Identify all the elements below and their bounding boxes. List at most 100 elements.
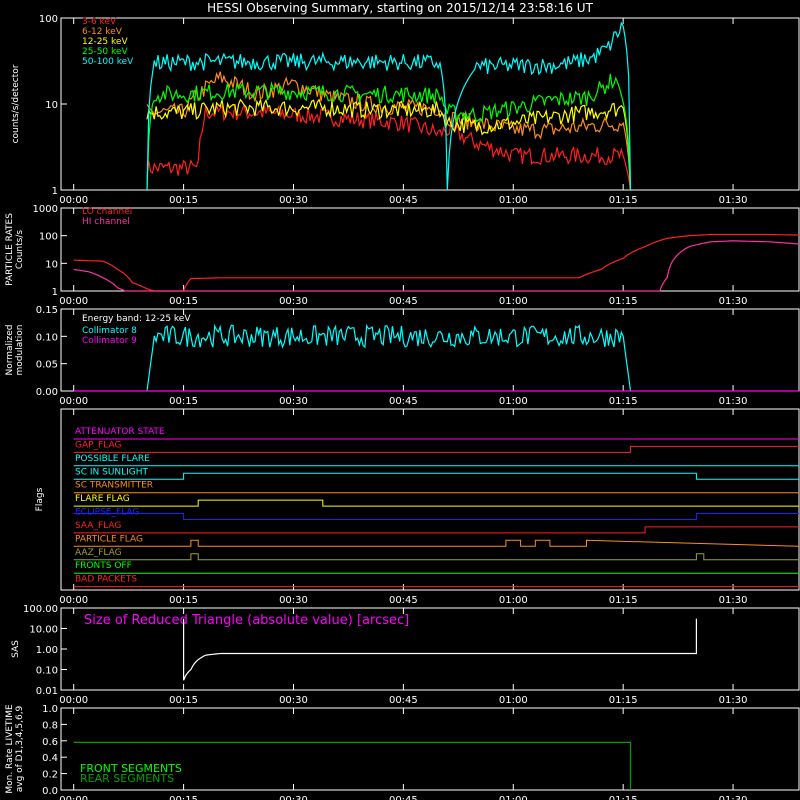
x-tick-label: 00:15: [169, 595, 198, 606]
y-tick-label: 0.15: [36, 305, 58, 316]
x-tick-label: 00:00: [59, 795, 88, 800]
y-tick-label: 0.6: [42, 737, 58, 748]
y-tick-label: 0.4: [42, 753, 58, 764]
x-tick-label: 01:30: [719, 296, 748, 307]
x-tick-label: 00:15: [169, 296, 198, 307]
x-tick-label: 01:15: [609, 795, 638, 800]
x-tick-label: 00:15: [169, 695, 198, 706]
y-axis-label: modulation: [15, 325, 25, 376]
x-tick-label: 01:00: [499, 396, 528, 407]
x-tick-label: 01:00: [499, 795, 528, 800]
legend-entry: Collimator 8: [82, 326, 137, 336]
panel-frame: [60, 408, 800, 591]
y-tick-label: 0.2: [42, 770, 58, 781]
x-tick-label: 01:30: [719, 595, 748, 606]
y-axis-label: avg of D1,3,4,5,6,9: [15, 705, 25, 792]
flag-line: [73, 553, 799, 561]
y-tick-label: 0.8: [42, 720, 58, 731]
legend-entry: 50-100 keV: [82, 57, 134, 67]
flag-label: BAD PACKETS: [75, 575, 137, 585]
series-line: [146, 323, 632, 392]
flag-label: PARTICLE FLAG: [75, 534, 143, 544]
y-tick-label: 100: [39, 14, 58, 25]
series-line: [146, 98, 632, 191]
flag-line: [73, 499, 799, 507]
y-tick-label: 10: [45, 259, 58, 270]
legend-entry: 6-12 keV: [82, 27, 123, 37]
x-tick-label: 01:00: [499, 296, 528, 307]
legend-entry: HI channel: [82, 217, 130, 227]
legend-entry: 12-25 keV: [82, 37, 128, 47]
legend-entry: REAR SEGMENTS: [80, 772, 174, 785]
y-tick-label: 1: [52, 186, 58, 197]
y-tick-label: 100.00: [23, 604, 58, 615]
x-tick-label: 00:30: [279, 595, 308, 606]
y-axis-label: PARTICLE RATES: [5, 213, 15, 286]
x-tick-label: 01:00: [499, 695, 528, 706]
x-tick-label: 01:15: [609, 396, 638, 407]
x-tick-label: 01:15: [609, 195, 638, 206]
x-tick-label: 00:15: [169, 396, 198, 407]
x-tick-label: 00:30: [279, 195, 308, 206]
flag-label: ECLIPSE_FLAG: [75, 508, 139, 518]
flag-line: [73, 472, 799, 480]
legend-entry: 3-6 keV: [82, 17, 117, 27]
x-tick-label: 00:00: [59, 296, 88, 307]
flag-line: [73, 539, 800, 547]
flag-label: POSSIBLE FLARE: [75, 454, 150, 464]
x-tick-label: 01:30: [719, 195, 748, 206]
flag-label: AAZ_FLAG: [75, 548, 122, 558]
y-tick-label: 0.01: [36, 686, 58, 697]
series-line: [146, 73, 632, 191]
x-tick-label: 00:45: [389, 296, 418, 307]
x-tick-label: 00:00: [59, 396, 88, 407]
x-tick-label: 01:15: [609, 595, 638, 606]
y-tick-label: 0.00: [36, 387, 58, 398]
flag-line: [73, 526, 799, 534]
x-tick-label: 00:00: [59, 195, 88, 206]
series-line: [73, 240, 800, 292]
panel-frame: [60, 17, 800, 191]
x-tick-label: 01:30: [719, 695, 748, 706]
y-tick-label: 0.10: [36, 666, 58, 677]
y-tick-label: 10.00: [29, 625, 58, 636]
flag-label: GAP_FLAG: [75, 440, 121, 450]
flag-line: [73, 445, 799, 453]
panel-flags: 00:00 00:15 00:30 00:45 01:00 01:15 01:30 Flags…: [35, 408, 800, 606]
y-tick-label: 10: [45, 100, 58, 111]
x-tick-label: 01:30: [719, 396, 748, 407]
y-tick-label: 0.0: [42, 786, 58, 797]
flag-label: SAA_FLAG: [75, 521, 121, 531]
x-tick-label: 00:45: [389, 795, 418, 800]
panel-frame: [60, 207, 800, 292]
panel-livetime: 00:00 00:15 00:30 00:45 01:00 01:15 01:30 0.0 0.…: [5, 704, 800, 800]
y-tick-label: 1.0: [42, 704, 58, 715]
y-tick-label: 0.05: [36, 360, 58, 371]
panel-modulation: 00:00 00:15 00:30 00:45 01:00 01:15 01:30 0.00 0…: [5, 305, 800, 407]
x-tick-label: 00:30: [279, 795, 308, 800]
x-tick-label: 01:00: [499, 595, 528, 606]
flag-line: [73, 513, 799, 520]
y-tick-label: 1.00: [36, 645, 58, 656]
x-tick-label: 00:00: [59, 595, 88, 606]
x-tick-label: 00:15: [169, 795, 198, 800]
chart-canvas: 00:00 00:15 00:30 00:45 01:00 01:15 01:3011010…: [5, 14, 800, 800]
y-tick-label: 1: [52, 287, 58, 298]
y-axis-label: Normalized: [5, 324, 15, 375]
x-tick-label: 00:45: [389, 195, 418, 206]
flag-label: FRONTS OFF: [75, 561, 132, 571]
y-axis-label: Mon. Rate LIVETIME: [5, 704, 15, 794]
x-tick-label: 01:00: [499, 195, 528, 206]
x-tick-label: 00:30: [279, 695, 308, 706]
panel-sas: 00:00 00:15 00:30 00:45 01:00 01:15 01:30 0.01 0…: [11, 604, 800, 706]
series-line: [146, 71, 632, 191]
y-axis-label: Counts/s: [15, 230, 25, 269]
series-line: [146, 103, 632, 191]
y-tick-label: 0.10: [36, 332, 58, 343]
y-axis-label: SAS: [11, 640, 21, 658]
flag-label: SC TRANSMITTER: [75, 481, 153, 491]
x-tick-label: 00:45: [389, 595, 418, 606]
series-line: [73, 233, 800, 292]
panel-annotation: Energy band: 12-25 keV: [82, 314, 191, 324]
flag-label: ATTENUATOR STATE: [75, 427, 165, 437]
